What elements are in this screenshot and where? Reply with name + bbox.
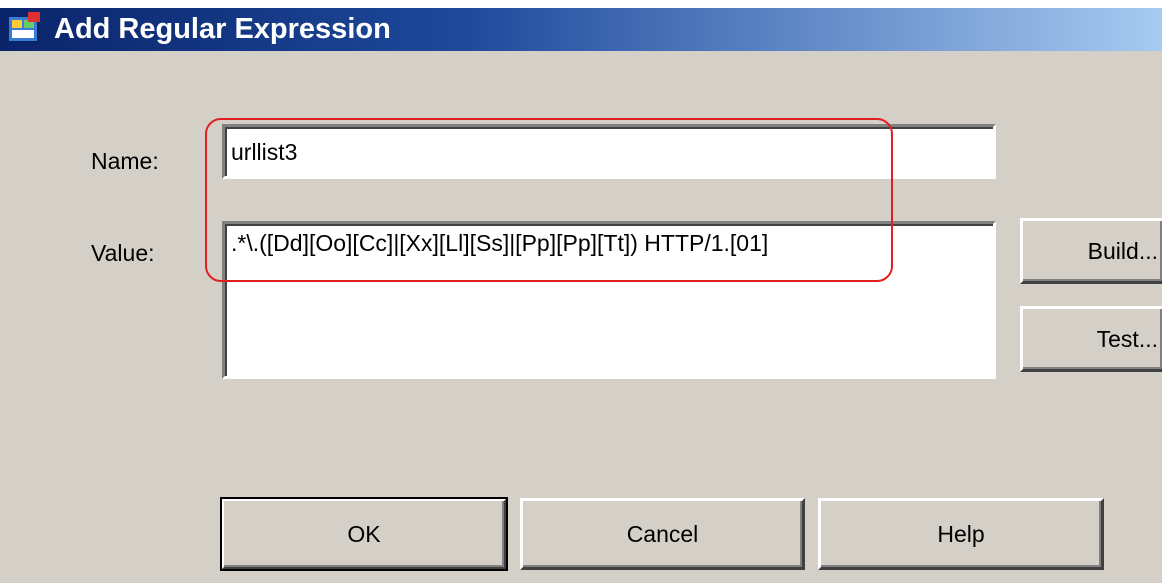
- app-icon: [7, 12, 40, 43]
- value-label: Value:: [91, 240, 155, 266]
- window-title: Add Regular Expression: [54, 13, 391, 45]
- ok-button[interactable]: OK: [220, 497, 508, 571]
- value-textarea[interactable]: .*\.([Dd][Oo][Cc]|[Xx][Ll][Ss]|[Pp][Pp][…: [222, 221, 996, 379]
- name-input[interactable]: urllist3: [222, 124, 996, 179]
- title-bar[interactable]: Add Regular Expression: [0, 8, 1162, 51]
- caption-strip: [0, 0, 1162, 8]
- help-button[interactable]: Help: [818, 498, 1104, 570]
- build-button[interactable]: Build...: [1020, 218, 1162, 284]
- test-button[interactable]: Test...: [1020, 306, 1162, 372]
- cancel-button[interactable]: Cancel: [520, 498, 805, 570]
- name-label: Name:: [91, 148, 159, 174]
